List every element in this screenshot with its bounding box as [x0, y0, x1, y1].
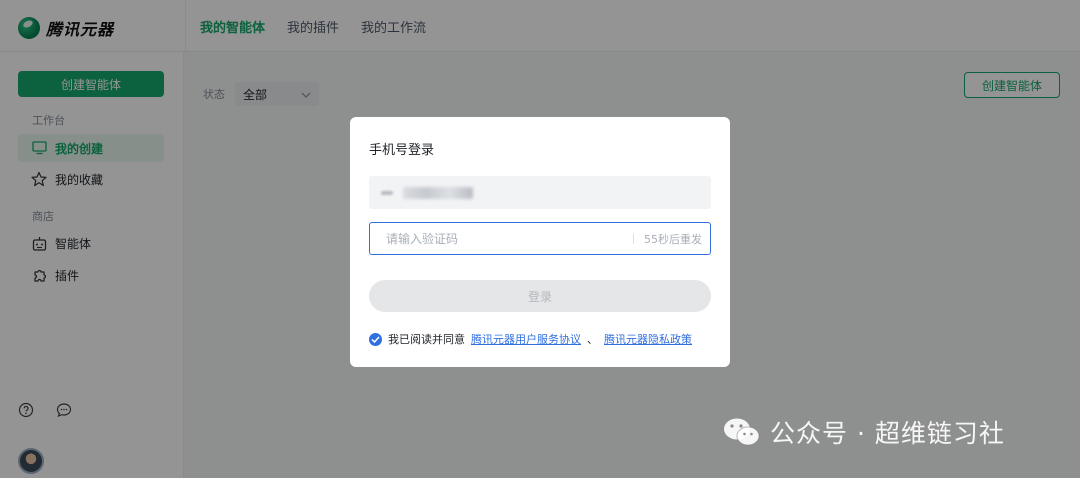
dialog-title: 手机号登录: [369, 143, 435, 158]
verification-code-input[interactable]: [386, 231, 633, 246]
watermark: 公众号 · 超维链习社: [722, 414, 1005, 450]
blurred-phone-prefix: [381, 190, 393, 195]
login-button[interactable]: 登录: [369, 280, 711, 312]
app-window: 腾讯元器 我的智能体 我的插件 我的工作流 创建智能体 工作台 我的创建 我的收…: [0, 0, 1080, 478]
phone-number-field[interactable]: [369, 176, 711, 209]
login-dialog: 手机号登录 55秒后重发 登录 我已阅读并同意腾讯元器用户服务协议、腾讯元器隐私…: [350, 117, 730, 367]
watermark-text: 公众号 · 超维链习社: [770, 419, 1005, 448]
agree-text: 我已阅读并同意: [388, 333, 465, 346]
field-divider: [633, 233, 634, 244]
agreement-row: 我已阅读并同意 腾讯元器用户服务协议、腾讯元器隐私政策: [369, 331, 692, 347]
resend-countdown: 55秒后重发: [644, 232, 702, 246]
user-agreement-link[interactable]: 腾讯元器用户服务协议: [471, 331, 581, 347]
agree-checkbox[interactable]: [369, 332, 382, 346]
wechat-icon: [722, 417, 762, 447]
privacy-policy-link[interactable]: 腾讯元器隐私政策: [604, 331, 692, 347]
blurred-phone-number: [403, 186, 473, 199]
verification-code-field: 55秒后重发: [369, 222, 711, 255]
agreement-separator: 、: [587, 333, 598, 346]
